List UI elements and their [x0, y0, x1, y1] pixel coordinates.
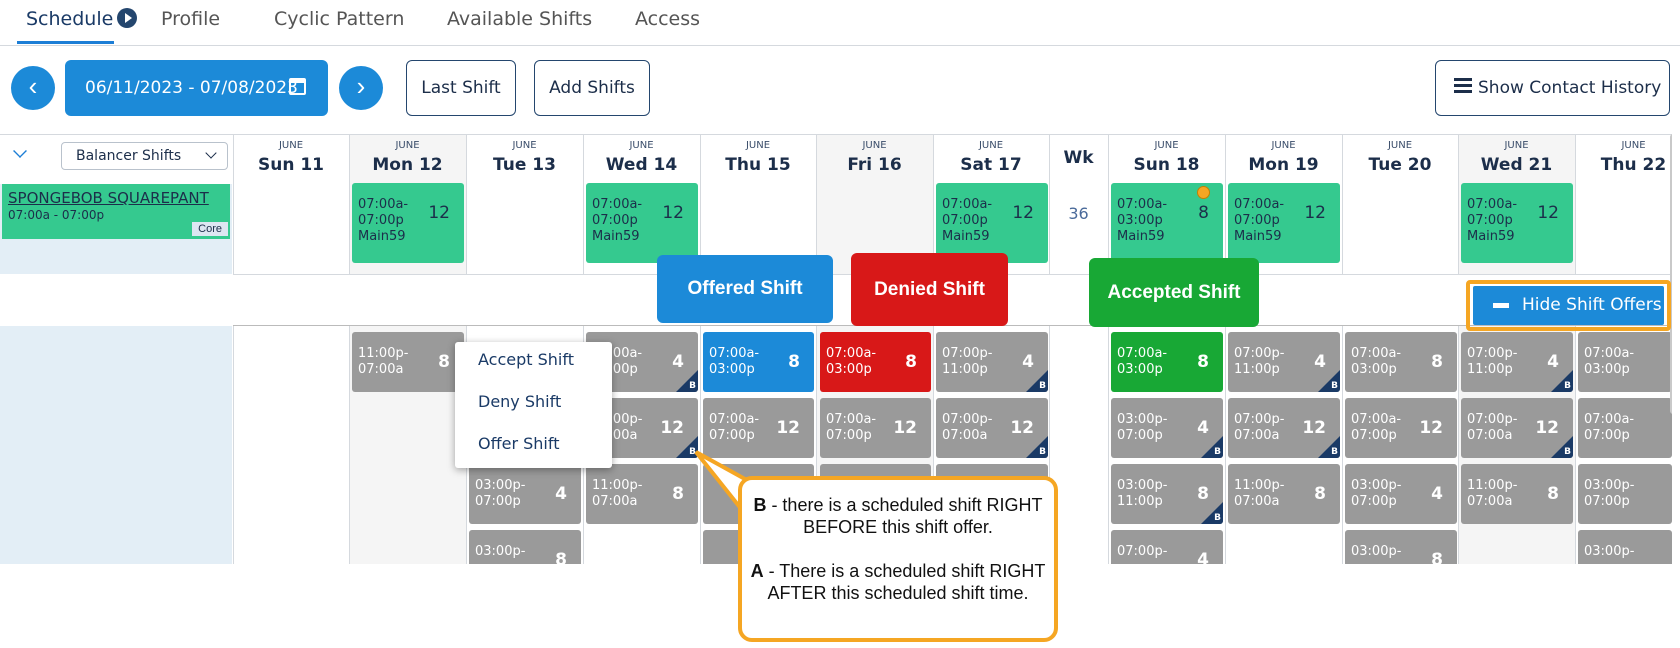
day-header: Sun 11 [257, 155, 325, 175]
day-header-month: JUNE [1271, 140, 1296, 151]
shift-offer[interactable]: 03:00p- [1578, 530, 1672, 564]
day-header: Mon 19 [1248, 155, 1319, 175]
shift-offer[interactable]: 07:00p- 11:00p 4 B [1228, 332, 1340, 392]
day-header: Thu 22 [1600, 155, 1667, 175]
offered-shift-tile[interactable]: 07:00a- 03:00p 8 [703, 332, 814, 392]
deny-shift-menu-item[interactable]: Deny Shift [478, 392, 561, 411]
accepted-shift-label: Accepted Shift [1089, 258, 1259, 327]
shift-offer[interactable]: 07:00p- 07:00a 12 B [1461, 398, 1573, 458]
shift-offer[interactable]: 11:00p- 07:00a 8 [1461, 464, 1573, 524]
day-header-month: JUNE [1621, 140, 1646, 151]
shift-filter-select[interactable]: Balancer Shifts [61, 142, 228, 170]
calendar-icon [289, 78, 306, 95]
shift-offer[interactable]: 07:00a- 07:00p 12 [820, 398, 931, 458]
week-number: 36 [1068, 204, 1089, 223]
callout-a-note: A - There is a scheduled shift RIGHT AFT… [750, 561, 1046, 603]
tab-bar: Schedule Profile Cyclic Pattern Availabl… [0, 0, 1680, 46]
shift-offer[interactable]: 07:00p- 07:00a 12 B [936, 398, 1048, 458]
day-header: Tue 20 [1368, 155, 1432, 175]
vertical-scrollbar[interactable] [1670, 134, 1672, 414]
tab-profile[interactable]: Profile [161, 8, 220, 30]
day-header: Sun 18 [1133, 155, 1200, 175]
add-shifts-button[interactable]: Add Shifts [534, 60, 650, 116]
shift-offer[interactable]: 03:00p- 8 [1345, 530, 1457, 564]
minus-icon [1493, 303, 1509, 308]
day-header: Sat 17 [960, 155, 1022, 175]
day-column [233, 134, 349, 564]
day-header-month: JUNE [978, 140, 1004, 151]
shift-offer[interactable]: 03:00p- 07:00p 4 [469, 464, 581, 524]
shift-offer[interactable]: 03:00p- 8 [469, 530, 581, 564]
denied-shift-label: Denied Shift [851, 253, 1008, 326]
shift-offer[interactable]: 03:00p- 07:00p [1578, 464, 1672, 524]
shift-context-menu: Accept Shift Deny Shift Offer Shift [455, 342, 612, 468]
previous-period-button[interactable]: ‹ [11, 66, 55, 110]
shift-offer[interactable]: 07:00p- 4 [1111, 530, 1223, 564]
tab-cyclic-pattern[interactable]: Cyclic Pattern [274, 8, 404, 30]
shift-offer[interactable]: 07:00a- 07:00p 12 [1345, 398, 1457, 458]
active-tab-indicator [17, 41, 114, 44]
tab-available-shifts[interactable]: Available Shifts [447, 8, 592, 30]
shift-offer[interactable]: 11:00p- 07:00a 8 [586, 464, 698, 524]
dropdown-arrow-icon [205, 147, 217, 159]
notification-dot [1197, 186, 1210, 199]
day-header: Wed 21 [1480, 155, 1553, 175]
day-header: Thu 15 [725, 155, 791, 175]
day-header-month: JUNE [1387, 140, 1413, 151]
show-contact-history-button[interactable]: Show Contact History [1435, 60, 1670, 116]
accepted-shift-tile[interactable]: 07:00a- 03:00p 8 [1111, 332, 1223, 392]
next-period-button[interactable]: › [339, 66, 383, 110]
date-range-label: 06/11/2023 - 07/08/2023 [85, 78, 298, 98]
denied-shift-tile[interactable]: 07:00a- 03:00p 8 [820, 332, 931, 392]
scheduled-shift[interactable]: 07:00a- 03:00p Main59 8 [1111, 183, 1223, 263]
shift-offer[interactable]: 11:00p- 07:00a 8 [1228, 464, 1340, 524]
day-header: Wed 14 [605, 155, 678, 175]
play-circle-icon [117, 8, 138, 28]
shift-offer[interactable]: 03:00p- 07:00p 4 [1345, 464, 1457, 524]
day-header: Tue 13 [493, 155, 556, 175]
hide-shift-offers-button[interactable]: Hide Shift Offers [1473, 286, 1664, 325]
day-header-month: JUNE [745, 140, 771, 151]
shift-offer[interactable]: 07:00p- 07:00a 12 B [1228, 398, 1340, 458]
shift-offer[interactable]: 03:00p- 11:00p 8 B [1111, 464, 1223, 524]
day-header-month: JUNE [1154, 140, 1179, 151]
scheduled-shift[interactable]: 07:00a- 07:00p Main59 12 [1461, 183, 1573, 263]
shift-offer[interactable]: 07:00a- 03:00p 8 [1345, 332, 1457, 392]
day-header: Fri 16 [847, 155, 902, 175]
day-header-month: JUNE [862, 140, 887, 151]
tab-access[interactable]: Access [635, 8, 700, 30]
scheduled-shift[interactable]: 07:00a- 07:00p Main59 12 [936, 183, 1048, 263]
shift-offer[interactable]: 07:00a- 07:00p 12 [703, 398, 814, 458]
day-header-month: JUNE [512, 140, 537, 151]
day-header-month: JUNE [278, 140, 304, 151]
shift-offer[interactable]: 11:00p- 07:00a 8 [352, 332, 464, 392]
offered-shift-label: Offered Shift [657, 255, 833, 323]
last-shift-button[interactable]: Last Shift [406, 60, 516, 116]
scheduled-shift[interactable]: 07:00a- 07:00p Main59 12 [586, 183, 698, 263]
list-icon [1454, 78, 1472, 94]
scheduled-shift[interactable]: 07:00a- 07:00p Main59 12 [352, 183, 464, 263]
day-header-month: JUNE [395, 140, 420, 151]
day-header-month: JUNE [1504, 140, 1529, 151]
tab-schedule[interactable]: Schedule [26, 8, 138, 30]
accept-shift-menu-item[interactable]: Accept Shift [478, 350, 574, 369]
employee-card[interactable]: SPONGEBOB SQUAREPANT 07:00a - 07:00p Cor… [2, 184, 230, 239]
shift-offer[interactable]: 07:00p- 11:00p 4 B [936, 332, 1048, 392]
day-header-month: JUNE [629, 140, 654, 151]
date-range-picker[interactable]: 06/11/2023 - 07/08/2023 [65, 60, 328, 116]
scheduled-shift[interactable]: 07:00a- 07:00p Main59 12 [1228, 183, 1340, 263]
shift-offer[interactable]: 07:00a- 07:00p [1578, 398, 1672, 458]
core-badge: Core [192, 222, 228, 236]
callout-b-note: B - there is a scheduled shift RIGHT BEF… [753, 495, 1043, 537]
offer-shift-menu-item[interactable]: Offer Shift [478, 434, 560, 453]
annotation-callout: B - there is a scheduled shift RIGHT BEF… [738, 476, 1058, 642]
employee-name[interactable]: SPONGEBOB SQUAREPANT [8, 189, 209, 207]
shift-offer[interactable]: 03:00p- 07:00p 4 B [1111, 398, 1223, 458]
week-header: Wk [1063, 148, 1094, 168]
day-header: Mon 12 [372, 155, 443, 175]
shift-offer[interactable]: 07:00p- 11:00p 4 B [1461, 332, 1573, 392]
shift-offer[interactable]: 07:00a- 03:00p [1578, 332, 1672, 392]
employee-hours: 07:00a - 07:00p [8, 208, 105, 222]
